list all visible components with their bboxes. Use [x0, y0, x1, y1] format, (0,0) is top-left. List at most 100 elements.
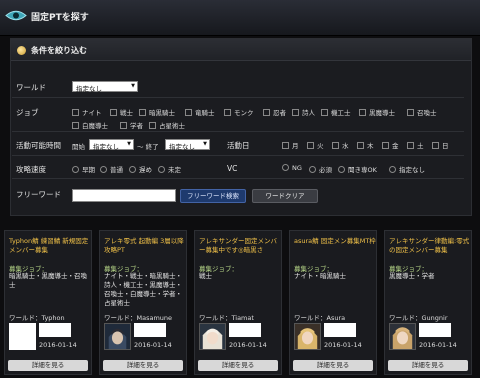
vc-radio-ng[interactable]: NG	[282, 164, 302, 172]
freeword-label: フリーワード	[16, 190, 61, 199]
day-checkbox-thu[interactable]: 木	[357, 140, 374, 150]
checkbox-icon	[185, 109, 192, 116]
checkbox-icon	[321, 109, 328, 116]
day-checkbox-fri[interactable]: 金	[382, 140, 399, 150]
checkbox-icon	[407, 142, 414, 149]
vc-radio-listen-ok[interactable]: 聞き専OK	[338, 164, 377, 174]
card-detail-button[interactable]: 詳細を見る	[198, 360, 278, 371]
filter-title: 条件を絞り込む	[31, 46, 87, 55]
job-checkbox-warrior[interactable]: 戦士	[110, 107, 133, 117]
job-checkbox-astrologian[interactable]: 占星術士	[149, 120, 185, 130]
freeword-search-button[interactable]: フリーワード検索	[180, 189, 246, 203]
radio-icon	[309, 166, 316, 173]
job-checkbox-black-mage[interactable]: 黒魔導士	[359, 107, 395, 117]
job-checkbox-ninja[interactable]: 忍者	[263, 107, 286, 117]
vc-radio-none[interactable]: 指定なし	[389, 164, 425, 174]
job-checkbox-monk[interactable]: モンク	[224, 107, 254, 117]
card-detail-button[interactable]: 詳細を見る	[103, 360, 183, 371]
vc-radio-required[interactable]: 必須	[309, 164, 332, 174]
card-name-placeholder	[324, 323, 356, 337]
card-title[interactable]: asura鯖 固定メン募集MT枠	[294, 237, 376, 246]
party-card[interactable]: アレキサンダー律動編:零式の固定メンバー募集 募集ジョブ： 黒魔導士・学者 ワー…	[384, 230, 472, 375]
day-checkbox-tue[interactable]: 火	[307, 140, 324, 150]
freeword-input[interactable]	[72, 189, 176, 202]
card-title[interactable]: アレキ零式 起動編 3層以降攻略PT	[104, 237, 186, 255]
card-world: ワールド：Asura	[294, 314, 346, 322]
card-date: 2016-01-14	[39, 341, 77, 349]
card-name-placeholder	[419, 323, 451, 337]
job-checkbox-white-mage[interactable]: 白魔導士	[72, 120, 108, 130]
time-start-label: 開始	[72, 143, 85, 151]
radio-icon	[282, 164, 289, 171]
job-checkbox-dark-knight[interactable]: 暗黒騎士	[139, 107, 175, 117]
card-world: ワールド：Masamune	[104, 314, 173, 322]
checkbox-icon	[72, 122, 79, 129]
speed-radio-normal[interactable]: 普通	[100, 164, 123, 174]
card-name-placeholder	[39, 323, 71, 337]
job-checkbox-machinist[interactable]: 機工士	[321, 107, 351, 117]
card-world: ワールド：Tiamat	[199, 314, 254, 322]
character-avatar	[294, 323, 321, 350]
party-card[interactable]: アレキサンダー固定メンバー募集中です◎暗黒さ 募集ジョブ： 戦士 ワールド：Ti…	[194, 230, 282, 375]
job-checkbox-dragoon[interactable]: 竜騎士	[185, 107, 215, 117]
card-title[interactable]: Typhon鯖 練習鯖 新規固定メンバー募集	[9, 237, 91, 255]
time-end-select[interactable]: 指定なし	[165, 139, 210, 151]
time-start-select[interactable]: 指定なし	[89, 139, 134, 151]
vc-label: VC	[227, 164, 238, 173]
card-jobs: ナイト・暗黒騎士	[294, 272, 346, 280]
day-checkbox-mon[interactable]: 月	[282, 140, 299, 150]
speed-radio-slow[interactable]: 遅め	[129, 164, 152, 174]
checkbox-icon	[139, 109, 146, 116]
card-title[interactable]: アレキサンダー固定メンバー募集中です◎暗黒さ	[199, 237, 281, 255]
job-checkbox-summoner[interactable]: 召喚士	[407, 107, 437, 117]
time-label: 活動可能時間	[16, 141, 61, 150]
job-checkbox-bard[interactable]: 詩人	[292, 107, 315, 117]
checkbox-icon	[120, 122, 127, 129]
speed-radio-undecided[interactable]: 未定	[158, 164, 181, 174]
checkbox-icon	[382, 142, 389, 149]
card-jobs: 戦士	[199, 272, 212, 280]
divider	[12, 131, 464, 132]
checkbox-icon	[357, 142, 364, 149]
job-checkbox-scholar[interactable]: 学者	[120, 120, 143, 130]
card-jobs: 黒魔導士・学者	[389, 272, 435, 280]
day-checkbox-sun[interactable]: 日	[432, 140, 449, 150]
checkbox-icon	[292, 109, 299, 116]
day-checkbox-sat[interactable]: 土	[407, 140, 424, 150]
card-jobs: ナイト・戦士・暗黒騎士・詩人・機工士・黒魔導士・召喚士・白魔導士・学者・占星術士	[104, 272, 182, 307]
party-card[interactable]: asura鯖 固定メン募集MT枠 募集ジョブ： ナイト・暗黒騎士 ワールド：As…	[289, 230, 377, 375]
radio-icon	[100, 166, 107, 173]
card-detail-button[interactable]: 詳細を見る	[388, 360, 468, 371]
divider	[12, 155, 464, 156]
world-label: ワールド	[16, 83, 46, 92]
character-avatar	[199, 323, 226, 350]
time-separator: ～ 終了	[137, 143, 159, 151]
card-date: 2016-01-14	[229, 341, 267, 349]
party-card[interactable]: Typhon鯖 練習鯖 新規固定メンバー募集 募集ジョブ： 暗黒騎士・黒魔導士・…	[4, 230, 92, 375]
card-world: ワールド：Typhon	[9, 314, 65, 322]
card-name-placeholder	[134, 323, 166, 337]
filter-panel-header: 条件を絞り込む	[11, 39, 471, 61]
card-jobs: 暗黒騎士・黒魔導士・召喚士	[9, 272, 87, 289]
job-checkbox-knight[interactable]: ナイト	[72, 107, 102, 117]
party-card[interactable]: アレキ零式 起動編 3層以降攻略PT 募集ジョブ： ナイト・戦士・暗黒騎士・詩人…	[99, 230, 187, 375]
radio-icon	[338, 166, 345, 173]
card-name-placeholder	[229, 323, 261, 337]
page-title: 固定PTを探す	[31, 13, 89, 23]
world-select[interactable]: 指定なし	[72, 81, 138, 93]
speed-radio-early[interactable]: 早期	[72, 164, 95, 174]
card-detail-button[interactable]: 詳細を見る	[8, 360, 88, 371]
divider	[12, 97, 464, 98]
card-date: 2016-01-14	[324, 341, 362, 349]
checkbox-icon	[332, 142, 339, 149]
card-world: ワールド：Gungnir	[389, 314, 448, 322]
eye-logo-icon	[5, 10, 27, 21]
checkbox-icon	[110, 109, 117, 116]
card-title[interactable]: アレキサンダー律動編:零式の固定メンバー募集	[389, 237, 471, 255]
job-label: ジョブ	[16, 108, 39, 117]
freeword-clear-button[interactable]: ワードクリア	[252, 189, 318, 203]
speed-label: 攻略速度	[16, 165, 46, 174]
card-detail-button[interactable]: 詳細を見る	[293, 360, 373, 371]
day-checkbox-wed[interactable]: 水	[332, 140, 349, 150]
radio-icon	[129, 166, 136, 173]
